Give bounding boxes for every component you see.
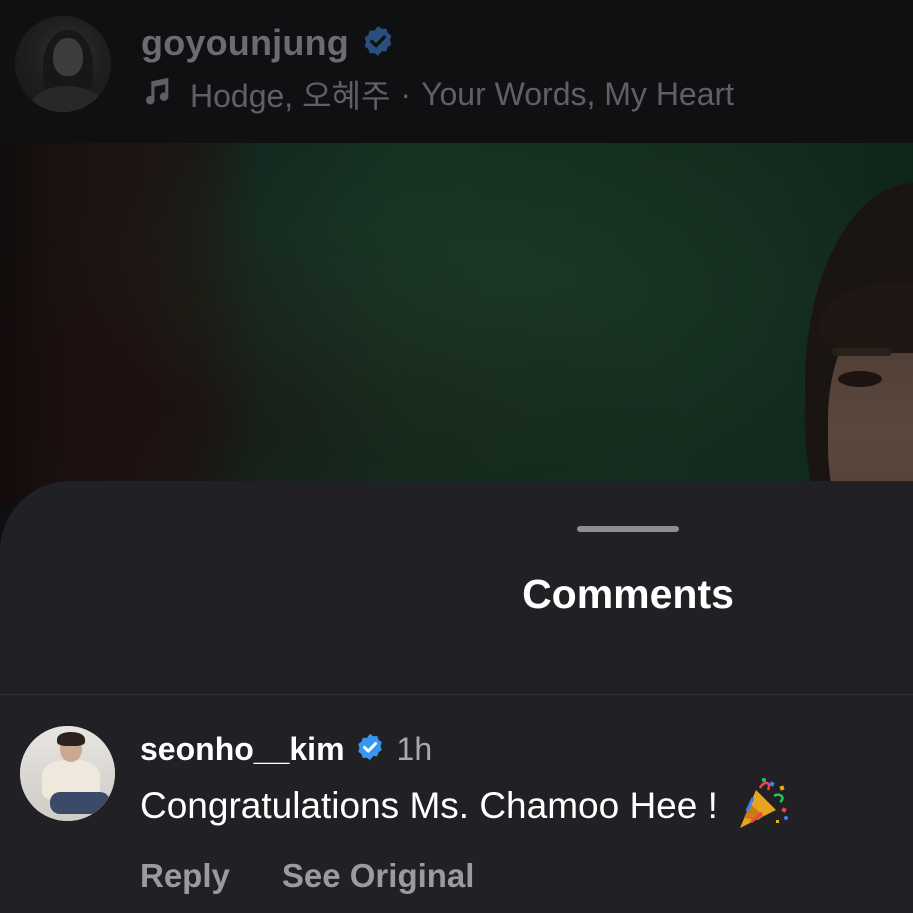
comments-sheet: Comments seonho__kim 1h Congratulations … [0,481,913,913]
sheet-divider [0,694,913,695]
music-song-title: Your Words, My Heart [421,75,735,112]
post-music-row[interactable]: Hodge, 오혜주 · Your Words, My Heart [140,72,734,116]
sheet-drag-handle[interactable] [577,526,679,532]
sheet-title: Comments [522,571,734,617]
post-author-avatar[interactable] [15,16,111,112]
comment-body-row: Congratulations Ms. Chamoo Hee ! [140,777,790,829]
comment-meta-row: seonho__kim 1h [140,729,432,769]
music-note-icon [140,75,190,114]
post-header: goyounjung Hodge, 오혜주 · Your Words, My H… [0,0,913,143]
screen: goyounjung Hodge, 오혜주 · Your Words, My H… [0,0,913,913]
music-separator: · [400,75,412,112]
photo-background [0,143,913,503]
photo-subject-brow [832,348,892,356]
commenter-avatar[interactable] [20,726,115,821]
comment-timestamp: 1h [396,730,433,767]
photo-subject-eye [838,371,882,387]
post-author-row: goyounjung [141,18,395,68]
commenter-verified-badge-icon [355,732,385,767]
music-artist: Hodge, 오혜주 [190,78,391,114]
comment-actions: Reply See Original [140,855,474,897]
party-popper-icon [718,776,790,837]
reply-button[interactable]: Reply [140,857,230,895]
verified-badge-icon [361,24,395,63]
commenter-avatar-hair [57,732,85,746]
post-author-username[interactable]: goyounjung [141,22,349,64]
avatar-dim-overlay [15,16,111,112]
post-photo[interactable] [0,143,913,503]
comment-text: Congratulations Ms. Chamoo Hee ! [140,785,718,826]
see-original-button[interactable]: See Original [282,857,475,895]
commenter-username[interactable]: seonho__kim [140,731,345,768]
commenter-avatar-pants [50,792,110,814]
